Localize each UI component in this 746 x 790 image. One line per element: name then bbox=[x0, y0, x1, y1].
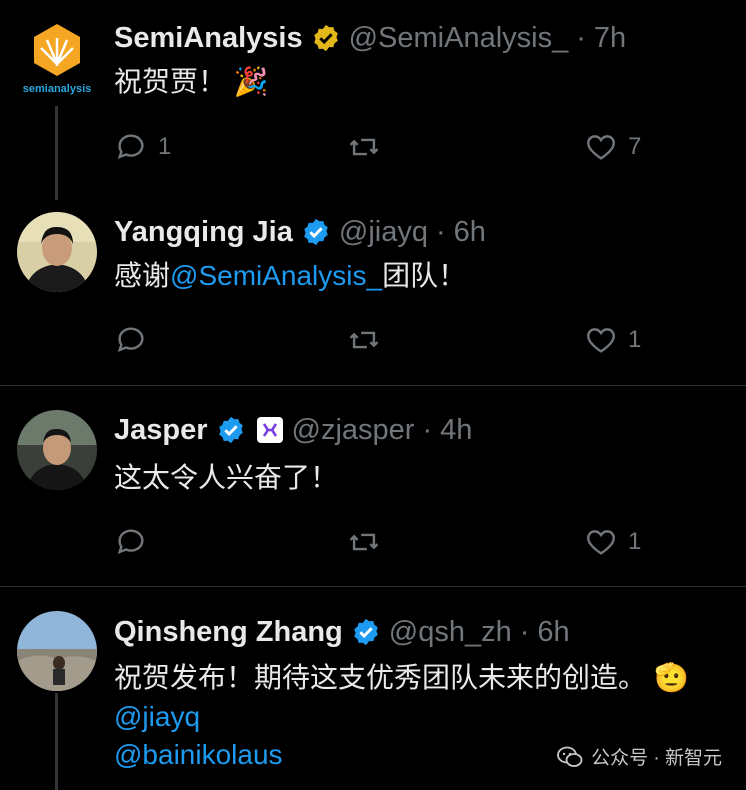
avatar-yangqing-jia[interactable] bbox=[17, 212, 97, 292]
separator-dot: · bbox=[519, 615, 530, 648]
separator-dot: · bbox=[576, 21, 586, 54]
semianalysis-logo: semianalysis bbox=[23, 24, 92, 95]
author-handle[interactable]: @zjasper bbox=[292, 414, 415, 447]
tweet-header: Jasper @zjasper · 4h bbox=[114, 410, 472, 450]
tweet-text: 祝贺发布！期待这支优秀团队未来的创造。 🫡 bbox=[114, 658, 689, 698]
blue-verified-icon bbox=[216, 415, 246, 445]
avatar-qinsheng-zhang[interactable] bbox=[17, 611, 97, 691]
affiliation-badge-icon[interactable] bbox=[256, 416, 284, 444]
tweet-text-body: 祝贺发布！期待这支优秀团队未来的创造。 bbox=[114, 662, 647, 693]
saluting-face-icon: 🫡 bbox=[654, 662, 689, 693]
svg-text:semianalysis: semianalysis bbox=[23, 83, 92, 95]
timestamp[interactable]: 7h bbox=[594, 22, 626, 55]
tweet-header: SemiAnalysis @SemiAnalysis_ · 7h bbox=[114, 18, 626, 58]
like-button[interactable]: 7 bbox=[584, 127, 641, 167]
author-name[interactable]: Jasper bbox=[114, 414, 208, 447]
tweet-text-mentions: @bainikolaus bbox=[114, 735, 283, 775]
tweet-header: Yangqing Jia @jiayq · 6h bbox=[114, 212, 486, 252]
thread-line bbox=[55, 693, 58, 790]
retweet-icon bbox=[349, 331, 379, 349]
heart-icon bbox=[587, 135, 615, 160]
retweet-button[interactable] bbox=[347, 320, 391, 360]
blue-verified-icon bbox=[301, 217, 331, 247]
timestamp[interactable]: 6h bbox=[454, 216, 486, 249]
tweet-text: 祝贺贾！ 🎉 bbox=[114, 62, 269, 102]
mention-link[interactable]: @SemiAnalysis_ bbox=[170, 260, 382, 291]
like-count: 7 bbox=[628, 133, 642, 160]
author-handle[interactable]: @jiayq bbox=[339, 216, 428, 249]
retweet-icon bbox=[349, 533, 379, 551]
like-button[interactable]: 1 bbox=[584, 522, 641, 562]
separator-dot: · bbox=[422, 413, 433, 446]
avatar-jasper[interactable] bbox=[17, 410, 97, 490]
reply-icon bbox=[117, 134, 144, 159]
retweet-icon bbox=[349, 138, 379, 156]
tweet-header: Qinsheng Zhang @qsh_zh · 6h bbox=[114, 612, 570, 652]
tweet-actions: 1 bbox=[114, 320, 674, 360]
party-popper-icon: 🎉 bbox=[233, 66, 269, 97]
reply-icon bbox=[117, 327, 144, 352]
timestamp[interactable]: 4h bbox=[440, 414, 472, 447]
tweet-yangqing-jia[interactable]: Yangqing Jia @jiayq · 6h 感谢@SemiAnalysis… bbox=[0, 190, 746, 385]
tweet-text-body: 感谢 bbox=[114, 260, 171, 291]
thread-line bbox=[55, 106, 58, 200]
tweet-jasper[interactable]: Jasper @zjasper · 4h 这太令人兴奋了！ 1 bbox=[0, 386, 746, 586]
blue-verified-icon bbox=[351, 617, 381, 647]
tweet-text: 这太令人兴奋了！ bbox=[114, 458, 338, 498]
author-handle[interactable]: @qsh_zh bbox=[389, 616, 512, 649]
author-name[interactable]: Yangqing Jia bbox=[114, 216, 293, 249]
watermark-text: 公众号 · 新智元 bbox=[591, 748, 722, 769]
like-count: 1 bbox=[628, 326, 642, 353]
author-name[interactable]: Qinsheng Zhang bbox=[114, 616, 343, 649]
tweet-text-mentions: @jiayq bbox=[114, 697, 200, 737]
wechat-icon bbox=[557, 746, 583, 768]
author-handle[interactable]: @SemiAnalysis_ bbox=[349, 22, 569, 55]
tweet-text-body: 团队！ bbox=[382, 260, 467, 291]
reply-count: 1 bbox=[158, 133, 172, 160]
author-name[interactable]: SemiAnalysis bbox=[114, 22, 303, 55]
retweet-button[interactable] bbox=[347, 522, 391, 562]
gold-verified-icon bbox=[311, 23, 341, 53]
heart-icon bbox=[587, 328, 615, 353]
tweet-semianalysis[interactable]: semianalysis SemiAnalysis @SemiAnalysis_… bbox=[0, 0, 746, 200]
avatar-semianalysis[interactable]: semianalysis bbox=[17, 18, 97, 98]
heart-icon bbox=[587, 530, 615, 555]
separator-dot: · bbox=[435, 215, 446, 248]
reply-button[interactable] bbox=[114, 522, 158, 562]
timestamp[interactable]: 6h bbox=[537, 616, 569, 649]
tweet-actions: 1 7 bbox=[114, 127, 674, 167]
reply-button[interactable] bbox=[114, 320, 158, 360]
tweet-text-body: 祝贺贾！ bbox=[114, 66, 227, 97]
like-button[interactable]: 1 bbox=[584, 320, 641, 360]
avatar-photo bbox=[17, 611, 97, 691]
avatar-photo bbox=[17, 410, 97, 490]
mention-link[interactable]: @bainikolaus bbox=[114, 739, 283, 770]
retweet-button[interactable] bbox=[347, 127, 391, 167]
tweet-actions: 1 bbox=[114, 522, 674, 562]
like-count: 1 bbox=[628, 528, 642, 555]
reply-button[interactable]: 1 bbox=[114, 127, 171, 167]
reply-icon bbox=[117, 529, 144, 554]
tweet-text: 感谢@SemiAnalysis_团队！ bbox=[114, 256, 466, 296]
wechat-watermark: 公众号 · 新智元 bbox=[557, 743, 722, 770]
avatar-photo bbox=[17, 212, 97, 292]
tweet-text-body: 这太令人兴奋了！ bbox=[114, 462, 339, 493]
mention-link[interactable]: @jiayq bbox=[114, 701, 200, 732]
